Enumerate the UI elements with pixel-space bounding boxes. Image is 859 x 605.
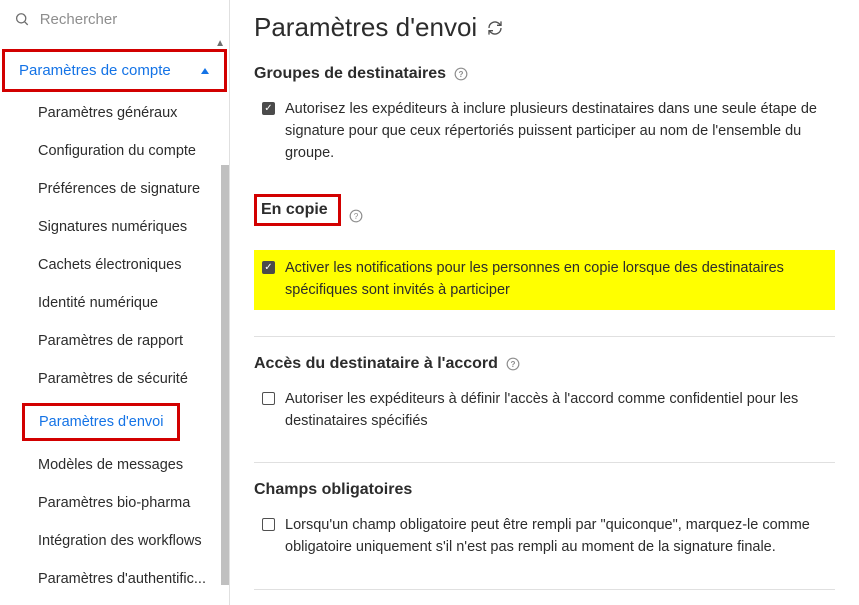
search-icon xyxy=(14,10,30,28)
section-copie: En copie ? Activer les notifications pou… xyxy=(254,194,835,310)
divider xyxy=(254,336,835,337)
section-title-champs: Champs obligatoires xyxy=(254,481,835,499)
sidebar-item-digital-signatures[interactable]: Signatures numériques xyxy=(0,208,229,246)
sidebar-item-send-wrap: Paramètres d'envoi xyxy=(0,398,229,446)
svg-text:?: ? xyxy=(459,70,464,79)
main-content: Paramètres d'envoi Groupes de destinatai… xyxy=(230,0,859,605)
scroll-up-arrow[interactable]: ▲ xyxy=(0,38,229,49)
option-text: Autorisez les expéditeurs à inclure plus… xyxy=(285,99,835,164)
section-title-champs-text: Champs obligatoires xyxy=(254,481,412,499)
sidebar-item-security[interactable]: Paramètres de sécurité xyxy=(0,360,229,398)
sidebar-item-send[interactable]: Paramètres d'envoi xyxy=(22,403,180,441)
info-icon[interactable]: ? xyxy=(349,209,363,223)
option-text: Activer les notifications pour les perso… xyxy=(285,258,827,302)
chevron-up-icon xyxy=(200,66,210,76)
scrollbar[interactable] xyxy=(221,165,229,585)
option-acces-1[interactable]: Autoriser les expéditeurs à définir l'ac… xyxy=(254,385,835,437)
page-title-text: Paramètres d'envoi xyxy=(254,12,477,43)
sidebar-item-report[interactable]: Paramètres de rapport xyxy=(0,322,229,360)
section-title-copie-text: En copie xyxy=(261,201,328,219)
checkbox[interactable] xyxy=(262,261,275,274)
search-box[interactable] xyxy=(0,0,229,38)
page-title: Paramètres d'envoi xyxy=(254,12,835,43)
sidebar-item-account-config[interactable]: Configuration du compte xyxy=(0,132,229,170)
section-groupes: Groupes de destinataires ? Autorisez les… xyxy=(254,65,835,168)
option-text: Lorsqu'un champ obligatoire peut être re… xyxy=(285,515,835,559)
option-text: Autoriser les expéditeurs à définir l'ac… xyxy=(285,389,835,433)
refresh-icon[interactable] xyxy=(487,20,503,36)
section-title-acces-text: Accès du destinataire à l'accord xyxy=(254,355,498,373)
divider xyxy=(254,462,835,463)
sidebar-section-header[interactable]: Paramètres de compte xyxy=(2,49,227,92)
section-champs: Champs obligatoires Lorsqu'un champ obli… xyxy=(254,481,835,563)
sidebar-item-biopharma[interactable]: Paramètres bio-pharma xyxy=(0,484,229,522)
checkbox[interactable] xyxy=(262,102,275,115)
section-title-groupes: Groupes de destinataires ? xyxy=(254,65,835,83)
sidebar-item-auth[interactable]: Paramètres d'authentific... xyxy=(0,560,229,598)
svg-text:?: ? xyxy=(353,212,358,221)
section-title-copie: En copie xyxy=(254,194,341,226)
option-copie-1[interactable]: Activer les notifications pour les perso… xyxy=(254,250,835,310)
checkbox[interactable] xyxy=(262,392,275,405)
sidebar-item-general[interactable]: Paramètres généraux xyxy=(0,94,229,132)
checkbox[interactable] xyxy=(262,518,275,531)
option-groupes-1[interactable]: Autorisez les expéditeurs à inclure plus… xyxy=(254,95,835,168)
sidebar-item-digital-identity[interactable]: Identité numérique xyxy=(0,284,229,322)
sidebar-item-seals[interactable]: Cachets électroniques xyxy=(0,246,229,284)
sidebar-item-workflows[interactable]: Intégration des workflows xyxy=(0,522,229,560)
section-title-acces: Accès du destinataire à l'accord ? xyxy=(254,355,835,373)
info-icon[interactable]: ? xyxy=(454,67,468,81)
option-champs-1[interactable]: Lorsqu'un champ obligatoire peut être re… xyxy=(254,511,835,563)
sidebar-item-signature-prefs[interactable]: Préférences de signature xyxy=(0,170,229,208)
section-acces: Accès du destinataire à l'accord ? Autor… xyxy=(254,355,835,437)
sidebar-item-templates[interactable]: Modèles de messages xyxy=(0,446,229,484)
svg-text:?: ? xyxy=(510,360,515,369)
divider xyxy=(254,589,835,590)
sidebar-items: Paramètres généraux Configuration du com… xyxy=(0,94,229,604)
info-icon[interactable]: ? xyxy=(506,357,520,371)
search-input[interactable] xyxy=(40,11,215,28)
section-title-groupes-text: Groupes de destinataires xyxy=(254,65,446,83)
sidebar: ▲ Paramètres de compte Paramètres généra… xyxy=(0,0,230,605)
sidebar-header-label: Paramètres de compte xyxy=(19,62,171,79)
